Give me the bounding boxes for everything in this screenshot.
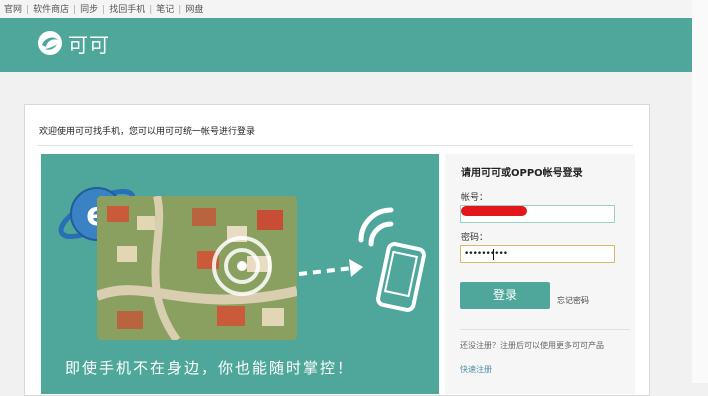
account-input[interactable] (460, 205, 615, 223)
account-label: 帐号： (461, 193, 489, 203)
quick-register-link[interactable]: 快速注册 (460, 364, 492, 375)
divider (460, 329, 630, 330)
nav-separator: | (102, 5, 106, 15)
city-illustration (97, 196, 297, 340)
city-map-image (97, 196, 297, 340)
top-nav-software-store[interactable]: 软件商店 (33, 5, 69, 15)
welcome-text: 欢迎使用可可找手机，您可以用可可统一帐号进行登录 (39, 127, 256, 137)
nav-separator: | (178, 5, 182, 15)
promo-banner: e (41, 154, 439, 394)
login-button[interactable]: 登录 (460, 282, 550, 309)
nav-separator: | (149, 5, 153, 15)
forgot-password-link[interactable]: 忘记密码 (557, 295, 589, 306)
login-title: 请用可可或OPPO帐号登录 (461, 168, 583, 179)
top-nav-official-site[interactable]: 官网 (4, 5, 22, 15)
main-panel: 欢迎使用可可找手机，您可以用可可统一帐号进行登录 e (24, 104, 650, 396)
site-header: 可可 (0, 18, 692, 72)
top-nav-bar: 官网 | 软件商店 | 同步 | 找回手机 | 笔记 | 网盘 (0, 0, 708, 18)
password-input[interactable]: •••••••••• (460, 245, 615, 263)
swirl-logo-icon (38, 31, 62, 55)
page-right-edge (692, 0, 708, 383)
password-label: 密码： (461, 233, 489, 243)
logo-text: 可可 (68, 32, 110, 57)
nav-separator: | (73, 5, 77, 15)
top-nav-find-phone[interactable]: 找回手机 (109, 5, 145, 15)
text-caret (493, 249, 494, 260)
top-nav-cloud-drive[interactable]: 网盘 (185, 5, 203, 15)
divider (37, 145, 633, 146)
top-nav-notes[interactable]: 笔记 (156, 5, 174, 15)
banner-caption: 即使手机不在身边，你也能随时掌控！ (65, 359, 355, 377)
login-form: 请用可可或OPPO帐号登录 帐号： 密码： •••••••••• 登录 忘记密码… (445, 154, 635, 394)
top-nav-sync[interactable]: 同步 (80, 5, 98, 15)
nav-separator: | (26, 5, 30, 15)
site-logo[interactable]: 可可 (36, 28, 110, 58)
register-hint: 还没注册？注册后可以使用更多可可产品 (460, 341, 604, 350)
password-masked-value: •••••••••• (464, 249, 508, 259)
redaction-mark (461, 206, 527, 216)
smartphone-wifi-icon (358, 207, 426, 312)
top-nav-links: 官网 | 软件商店 | 同步 | 找回手机 | 笔记 | 网盘 (4, 2, 203, 15)
